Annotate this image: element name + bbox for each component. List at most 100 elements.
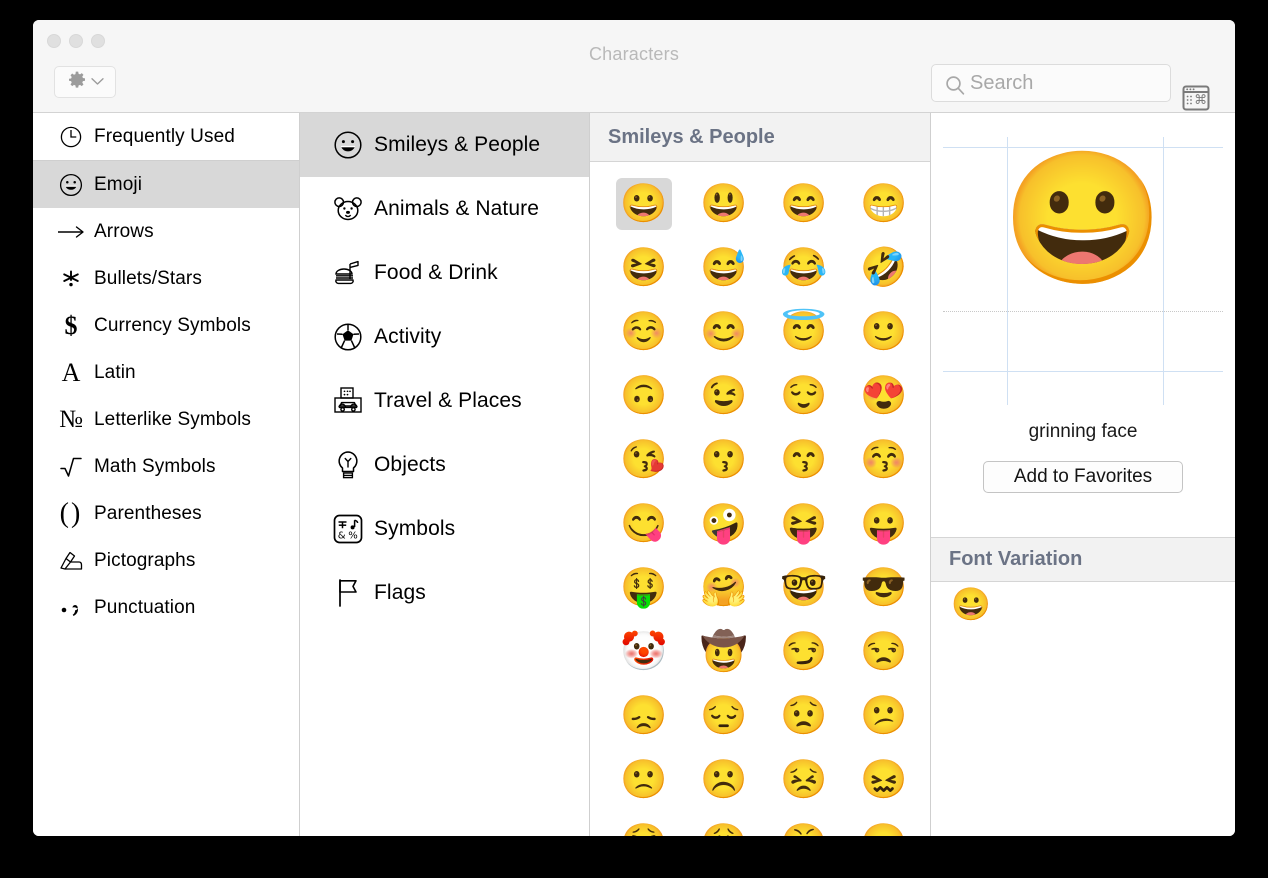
emoji-cell[interactable]: 🤡 [604,620,684,684]
category-item-label: Smileys & People [374,133,541,156]
punctuation-icon [48,598,94,618]
emoji-cell[interactable]: 😇 [764,300,844,364]
emoji-cell[interactable]: 😁 [844,172,924,236]
category-item-objects[interactable]: Objects [300,433,589,497]
emoji-glyph: 😃 [700,183,748,225]
emoji-cell[interactable]: ☹️ [684,748,764,812]
sidebar-item-label: Punctuation [94,596,196,618]
search-field[interactable] [931,64,1171,102]
emoji-cell[interactable]: ☺️ [604,300,684,364]
emoji-glyph: 🙃 [620,375,668,417]
emoji-cell[interactable]: 😝 [764,492,844,556]
emoji-cell[interactable]: 😤 [764,812,844,836]
emoji-cell[interactable]: 😟 [764,684,844,748]
emoji-cell[interactable]: 😌 [764,364,844,428]
emoji-cell[interactable]: 🙃 [604,364,684,428]
emoji-cell[interactable]: 😫 [604,812,684,836]
emoji-glyph: 😣 [780,759,828,801]
emoji-cell[interactable]: 😃 [684,172,764,236]
emoji-cell[interactable]: 😉 [684,364,764,428]
emoji-cell[interactable]: 🤠 [684,620,764,684]
guide-line-bottom [943,371,1223,372]
emoji-cell[interactable]: 🤪 [684,492,764,556]
emoji-cell[interactable]: 😋 [604,492,684,556]
sidebar-item-label: Parentheses [94,502,202,524]
emoji-cell[interactable]: 😍 [844,364,924,428]
sidebar-item-arrows[interactable]: Arrows [33,208,299,255]
emoji-cell[interactable]: 😊 [684,300,764,364]
sidebar-item-math-symbols[interactable]: Math Symbols [33,443,299,490]
emoji-glyph: 🤑 [620,567,668,609]
square-root-icon [48,454,94,480]
emoji-cell[interactable]: 😖 [844,748,924,812]
emoji-cell[interactable]: 😛 [844,492,924,556]
emoji-cell[interactable]: 😄 [764,172,844,236]
sidebar-item-parentheses[interactable]: () Parentheses [33,490,299,537]
sidebar-item-currency-symbols[interactable]: $ Currency Symbols [33,302,299,349]
emoji-cell[interactable]: 😠 [844,812,924,836]
emoji-cell[interactable]: 🤑 [604,556,684,620]
category-item-symbols[interactable]: & % Symbols [300,497,589,561]
emoji-cell[interactable]: 😎 [844,556,924,620]
emoji-glyph: 😟 [780,695,828,737]
sidebar-item-letterlike-symbols[interactable]: № Letterlike Symbols [33,396,299,443]
sidebar-item-label: Currency Symbols [94,314,251,336]
emoji-cell[interactable]: 🙁 [604,748,684,812]
category-item-label: Objects [374,453,446,476]
emoji-cell[interactable]: 😔 [684,684,764,748]
emoji-cell[interactable]: 😀 [604,172,684,236]
emoji-cell[interactable]: 😙 [764,428,844,492]
category-item-label: Flags [374,581,426,604]
emoji-glyph: 😋 [620,503,668,545]
emoji-cell[interactable]: 🙂 [844,300,924,364]
baseline-guide [943,311,1223,312]
emoji-cell[interactable]: 😅 [684,236,764,300]
category-item-activity[interactable]: Activity [300,305,589,369]
characters-window: Characters Search ⌘ Frequently Used Emoj… [33,20,1235,836]
emoji-cell[interactable]: 😚 [844,428,924,492]
emoji-glyph: 😖 [860,759,908,801]
category-item-flags[interactable]: Flags [300,561,589,625]
sidebar-item-frequently-used[interactable]: Frequently Used [33,113,299,160]
sidebar-item-bullets-stars[interactable]: Bullets/Stars [33,255,299,302]
category-item-smileys-people[interactable]: Smileys & People [300,113,589,177]
font-variation-list[interactable]: 😀 [931,588,1235,620]
emoji-cell[interactable]: 😩 [684,812,764,836]
sidebar-item-punctuation[interactable]: Punctuation [33,584,299,631]
emoji-cell[interactable]: 🤣 [844,236,924,300]
category-item-animals-nature[interactable]: Animals & Nature [300,177,589,241]
category-item-food-drink[interactable]: Food & Drink [300,241,589,305]
svg-text:⌘: ⌘ [1194,93,1207,108]
emoji-cell[interactable]: 🤗 [684,556,764,620]
emoji-cell[interactable]: 😞 [604,684,684,748]
category-item-travel-places[interactable]: Travel & Places [300,369,589,433]
emoji-cell[interactable]: 😆 [604,236,684,300]
emoji-cell[interactable]: 😣 [764,748,844,812]
search-input[interactable] [970,71,1160,95]
emoji-cell[interactable]: 😂 [764,236,844,300]
emoji-glyph: 😌 [780,375,828,417]
sidebar-item-label: Frequently Used [94,125,235,147]
burger-drink-icon [322,257,374,289]
smiley-icon [322,129,374,161]
add-to-favorites-button[interactable]: Add to Favorites [983,461,1183,493]
emoji-grid[interactable]: 😀 😃 😄 😁 😆 😅 😂 🤣 ☺️ 😊 😇 🙂 🙃 😉 😌 😍 😘 😗 😙 😚 😋 🤪 😝 😛 🤑 🤗 🤓 😎 🤡 🤠 😏 😒 😞 😔 😟 😕 🙁 ☹️… [590,162,930,836]
emoji-glyph: 😔 [700,695,748,737]
emoji-cell[interactable]: 🤓 [764,556,844,620]
emoji-cell[interactable]: 😒 [844,620,924,684]
sidebar-item-emoji[interactable]: Emoji [33,161,299,208]
emoji-cell[interactable]: 😏 [764,620,844,684]
emoji-glyph: 😀 [616,178,672,230]
emoji-glyph: 😫 [616,818,672,836]
action-menu-button[interactable] [54,66,116,98]
emoji-cell[interactable]: 😘 [604,428,684,492]
soccer-ball-icon [322,321,374,353]
sidebar-item-latin[interactable]: A Latin [33,349,299,396]
font-variation-glyph[interactable]: 😀 [951,588,991,620]
sidebar-item-pictographs[interactable]: Pictographs [33,537,299,584]
emoji-glyph: 😛 [860,503,908,545]
emoji-cell[interactable]: 😕 [844,684,924,748]
emoji-glyph: 🤠 [700,631,748,673]
character-palette-icon[interactable]: ⌘ [1178,82,1214,114]
emoji-cell[interactable]: 😗 [684,428,764,492]
